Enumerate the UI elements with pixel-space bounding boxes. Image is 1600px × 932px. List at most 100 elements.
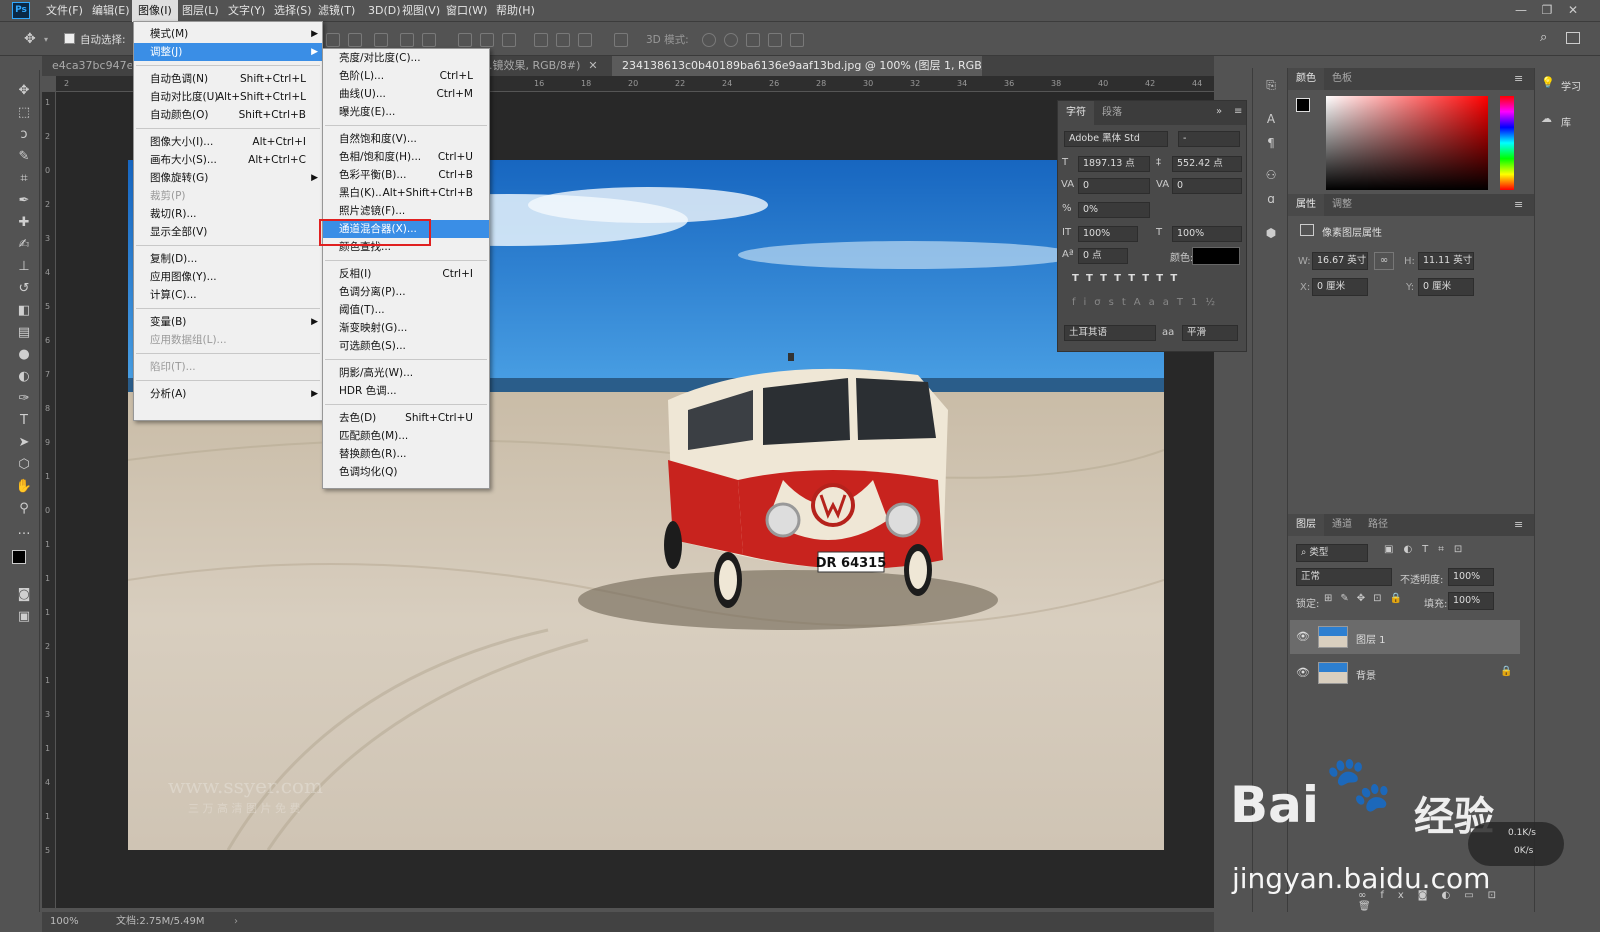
minimize-icon[interactable]: — <box>1512 2 1530 18</box>
menu-1[interactable]: 编辑(E) <box>86 0 136 22</box>
opentype-buttons[interactable]: fiσstAaaT1½ <box>1072 297 1238 313</box>
image-menu-item[interactable]: 显示全部(V) <box>134 223 322 241</box>
panel-menu-icon[interactable]: ≡ <box>1514 198 1523 211</box>
document-tab-1[interactable]: e4ca37bc947e49 <box>42 56 132 76</box>
x-field[interactable]: 0 厘米 <box>1312 278 1368 296</box>
character-styles-icon[interactable]: ɑ <box>1262 190 1280 208</box>
image-menu-item[interactable]: 分析(A) ▶ <box>134 385 322 403</box>
menu-8[interactable]: 视图(V) <box>396 0 446 22</box>
menu-4[interactable]: 文字(Y) <box>222 0 271 22</box>
crop-icon[interactable]: ⌗ <box>15 170 33 188</box>
tool-preset-chevron-icon[interactable]: ▾ <box>44 35 48 44</box>
align-left-icon[interactable] <box>326 33 340 47</box>
adjust-menu-item[interactable]: 色相/饱和度(H)... Ctrl+U <box>323 148 489 166</box>
status-arrow-icon[interactable]: › <box>234 912 238 932</box>
libraries-icon[interactable]: ☁ <box>1541 112 1552 125</box>
language-select[interactable]: 土耳其语 <box>1064 325 1156 341</box>
visibility-eye-icon[interactable]: 👁 <box>1296 630 1310 643</box>
history-brush-icon[interactable]: ↺ <box>15 280 33 298</box>
image-menu-item[interactable]: 裁切(R)... <box>134 205 322 223</box>
layer-filter-select[interactable]: ⌕ 类型 <box>1296 544 1368 562</box>
adjust-menu-item[interactable]: 色彩平衡(B)... Ctrl+B <box>323 166 489 184</box>
link-dimensions-icon[interactable]: ∞ <box>1374 252 1394 270</box>
document-info[interactable]: 文档:2.75M/5.49M <box>116 912 205 932</box>
menu-5[interactable]: 选择(S) <box>268 0 318 22</box>
quick-mask-icon[interactable]: ◙ <box>15 586 33 604</box>
distribute-center-icon[interactable] <box>556 33 570 47</box>
tracking-field[interactable]: 0 <box>1172 178 1242 194</box>
kerning-field[interactable]: 0 <box>1078 178 1150 194</box>
distribute-top-icon[interactable] <box>458 33 472 47</box>
adjust-menu-item[interactable]: 亮度/对比度(C)... <box>323 49 489 67</box>
close-icon[interactable]: ✕ <box>1564 2 1582 18</box>
3d-rotate-icon[interactable] <box>702 33 716 47</box>
adjust-menu-item[interactable]: 色调均化(Q) <box>323 463 489 481</box>
3d-panel-icon[interactable]: ⬢ <box>1262 224 1280 242</box>
image-menu-item[interactable]: 自动对比度(U) Alt+Shift+Ctrl+L <box>134 88 322 106</box>
collapse-panel-icon[interactable]: » <box>1216 106 1222 117</box>
color-field[interactable] <box>1326 96 1488 190</box>
eraser-icon[interactable]: ◧ <box>15 302 33 320</box>
adjust-menu-item[interactable]: 曲线(U)... Ctrl+M <box>323 85 489 103</box>
image-menu-item[interactable]: 图像大小(I)... Alt+Ctrl+I <box>134 133 322 151</box>
layer-name[interactable]: 图层 1 <box>1356 631 1386 646</box>
adjust-menu-item[interactable]: 匹配颜色(M)... <box>323 427 489 445</box>
layer-row-background[interactable]: 👁 背景 🔒 <box>1290 656 1520 690</box>
ruler-vertical[interactable]: 12023456789101112131415 <box>42 92 56 908</box>
adjust-menu-item[interactable]: 去色(D) Shift+Ctrl+U <box>323 409 489 427</box>
learn-icon[interactable]: 💡 <box>1541 76 1555 89</box>
y-field[interactable]: 0 厘米 <box>1418 278 1474 296</box>
history-panel-icon[interactable]: ⎘ <box>1262 76 1280 94</box>
font-family-select[interactable]: Adobe 黑体 Std <box>1064 131 1168 147</box>
image-menu-item[interactable]: 自动色调(N) Shift+Ctrl+L <box>134 70 322 88</box>
adjust-menu-item[interactable]: 渐变映射(G)... <box>323 319 489 337</box>
image-menu-item[interactable]: 复制(D)... <box>134 250 322 268</box>
adjust-menu-item[interactable]: 曝光度(E)... <box>323 103 489 121</box>
pen-icon[interactable]: ✑ <box>15 390 33 408</box>
leading-field[interactable]: 552.42 点 <box>1172 156 1242 172</box>
tab-adjustments[interactable]: 调整 <box>1324 194 1360 216</box>
align-middle-icon[interactable] <box>422 33 436 47</box>
zoom-level[interactable]: 100% <box>50 912 79 932</box>
image-menu-item[interactable]: 自动颜色(O) Shift+Ctrl+B <box>134 106 322 124</box>
foreground-color-chip[interactable] <box>1296 98 1310 112</box>
text-style-buttons[interactable]: TTTTTTTT <box>1072 273 1238 289</box>
paragraph-panel-icon[interactable]: ¶ <box>1262 134 1280 152</box>
font-size-field[interactable]: 1897.13 点 <box>1078 156 1150 172</box>
distribute-middle-icon[interactable] <box>480 33 494 47</box>
restore-icon[interactable]: ❐ <box>1538 2 1556 18</box>
horizontal-scale-field[interactable]: 100% <box>1172 226 1242 242</box>
adjust-menu-item[interactable]: 反相(I) Ctrl+I <box>323 265 489 283</box>
tab-paragraph[interactable]: 段落 <box>1094 101 1130 125</box>
move-icon[interactable]: ✥ <box>15 82 33 100</box>
workspace-icon[interactable] <box>1566 32 1580 44</box>
learn-label[interactable]: 学习 <box>1561 78 1581 93</box>
dodge-icon[interactable]: ◐ <box>15 368 33 386</box>
panel-menu-icon[interactable]: ≡ <box>1514 72 1523 85</box>
close-tab-icon[interactable]: ✕ <box>588 59 597 72</box>
menu-3[interactable]: 图层(L) <box>176 0 225 22</box>
font-style-select[interactable]: - <box>1178 131 1240 147</box>
align-right-icon[interactable] <box>374 33 388 47</box>
search-icon[interactable]: ⌕ <box>1540 30 1547 45</box>
foreground-color-swatch[interactable] <box>12 550 26 564</box>
character-panel-icon[interactable]: A <box>1262 110 1280 128</box>
move-tool-icon[interactable]: ✥ <box>24 31 36 47</box>
tab-layers[interactable]: 图层 <box>1288 514 1324 536</box>
blend-mode-select[interactable]: 正常 <box>1296 568 1392 586</box>
vertical-scale-field[interactable]: 100% <box>1078 226 1138 242</box>
tab-character[interactable]: 字符 <box>1058 101 1094 125</box>
fill-field[interactable]: 100% <box>1448 592 1494 610</box>
lock-icons[interactable]: ⊞✎✥⊡🔒 <box>1324 593 1410 604</box>
menu-2[interactable]: 图像(I) <box>132 0 178 22</box>
eyedropper-icon[interactable]: ✒ <box>15 192 33 210</box>
tab-properties[interactable]: 属性 <box>1288 194 1324 216</box>
brush-icon[interactable]: ✍ <box>15 236 33 254</box>
menu-9[interactable]: 窗口(W) <box>440 0 493 22</box>
menu-6[interactable]: 滤镜(T) <box>312 0 361 22</box>
clone-stamp-icon[interactable]: ⊥ <box>15 258 33 276</box>
distribute-left-icon[interactable] <box>534 33 548 47</box>
adjust-menu-item[interactable]: 替换颜色(R)... <box>323 445 489 463</box>
tab-channels[interactable]: 通道 <box>1324 514 1360 536</box>
hue-slider[interactable] <box>1500 96 1514 190</box>
